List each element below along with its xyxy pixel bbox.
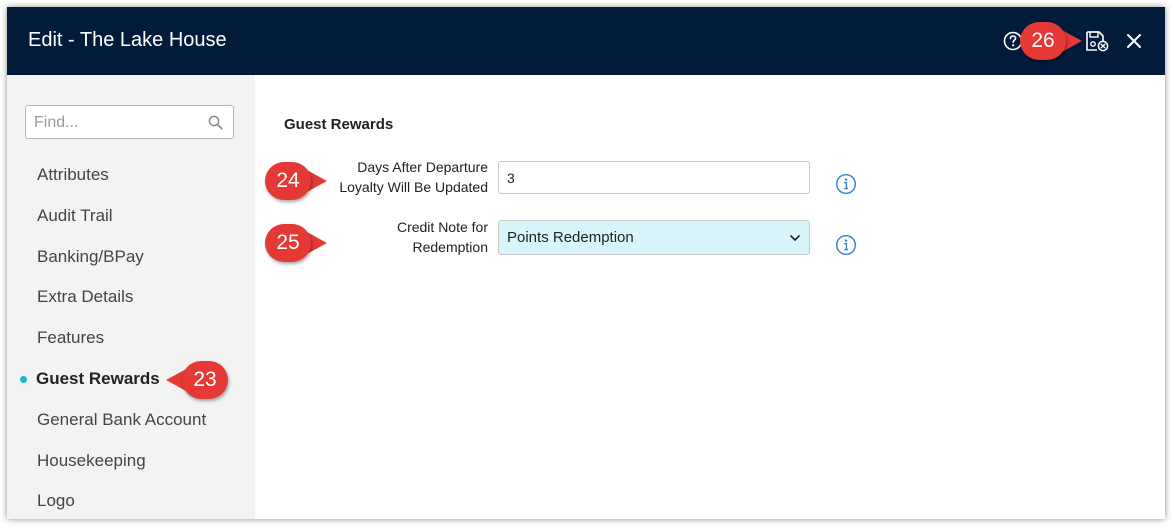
info-icon[interactable] xyxy=(835,173,857,195)
callout-number: 23 xyxy=(182,361,228,399)
callout-number: 26 xyxy=(1020,22,1066,60)
sidebar-nav: Attributes Audit Trail Banking/BPay Extr… xyxy=(7,155,255,519)
credit-note-select[interactable]: Points Redemption xyxy=(498,220,810,255)
sidebar-item-label: Guest Rewards xyxy=(36,368,160,388)
sidebar-item-general-bank-account[interactable]: General Bank Account xyxy=(7,400,255,441)
sidebar-item-housekeeping[interactable]: Housekeeping xyxy=(7,441,255,482)
search-input[interactable] xyxy=(32,111,201,135)
callout-number: 24 xyxy=(265,162,311,200)
sidebar-item-extra-details[interactable]: Extra Details xyxy=(7,277,255,318)
info-icon[interactable] xyxy=(835,234,857,256)
callout-nav: 23 xyxy=(166,361,230,399)
save-close-icon[interactable] xyxy=(1085,30,1109,52)
callout-number: 25 xyxy=(265,224,311,262)
callout-field-credit-note: 25 xyxy=(265,224,329,262)
sidebar-item-label: General Bank Account xyxy=(37,409,207,429)
select-value: Points Redemption xyxy=(507,229,634,246)
sidebar-item-features[interactable]: Features xyxy=(7,318,255,359)
chevron-down-icon xyxy=(790,235,800,241)
sidebar-item-label: Features xyxy=(37,328,105,348)
sidebar-item-banking-bpay[interactable]: Banking/BPay xyxy=(7,237,255,278)
sidebar-item-label: Banking/BPay xyxy=(37,246,144,266)
search-icon[interactable] xyxy=(208,115,223,130)
section-title: Guest Rewards xyxy=(284,116,394,133)
sidebar-item-attributes[interactable]: Attributes xyxy=(7,155,255,196)
sidebar-item-label: Housekeeping xyxy=(37,450,146,470)
days-after-departure-input[interactable] xyxy=(498,161,810,194)
sidebar-item-label: Logo xyxy=(37,491,75,511)
sidebar-item-logo[interactable]: Logo xyxy=(7,481,255,519)
sidebar-item-label: Attributes xyxy=(37,165,109,184)
dialog-title: Edit - The Lake House xyxy=(28,29,227,51)
search-box[interactable] xyxy=(25,105,234,139)
main-content: Guest Rewards Days After Departure Loyal… xyxy=(255,75,1165,519)
callout-save: 26 xyxy=(1020,22,1084,60)
sidebar-item-label: Audit Trail xyxy=(37,205,113,225)
dialog-header: Edit - The Lake House 26 xyxy=(7,7,1165,75)
sidebar: Attributes Audit Trail Banking/BPay Extr… xyxy=(7,75,255,519)
edit-dialog: Edit - The Lake House 26 Find... Attribu… xyxy=(7,7,1165,519)
sidebar-item-label: Extra Details xyxy=(37,287,134,307)
close-icon[interactable] xyxy=(1125,32,1143,50)
callout-field-days: 24 xyxy=(265,162,329,200)
sidebar-item-audit-trail[interactable]: Audit Trail xyxy=(7,196,255,237)
active-indicator-dot xyxy=(20,375,27,383)
